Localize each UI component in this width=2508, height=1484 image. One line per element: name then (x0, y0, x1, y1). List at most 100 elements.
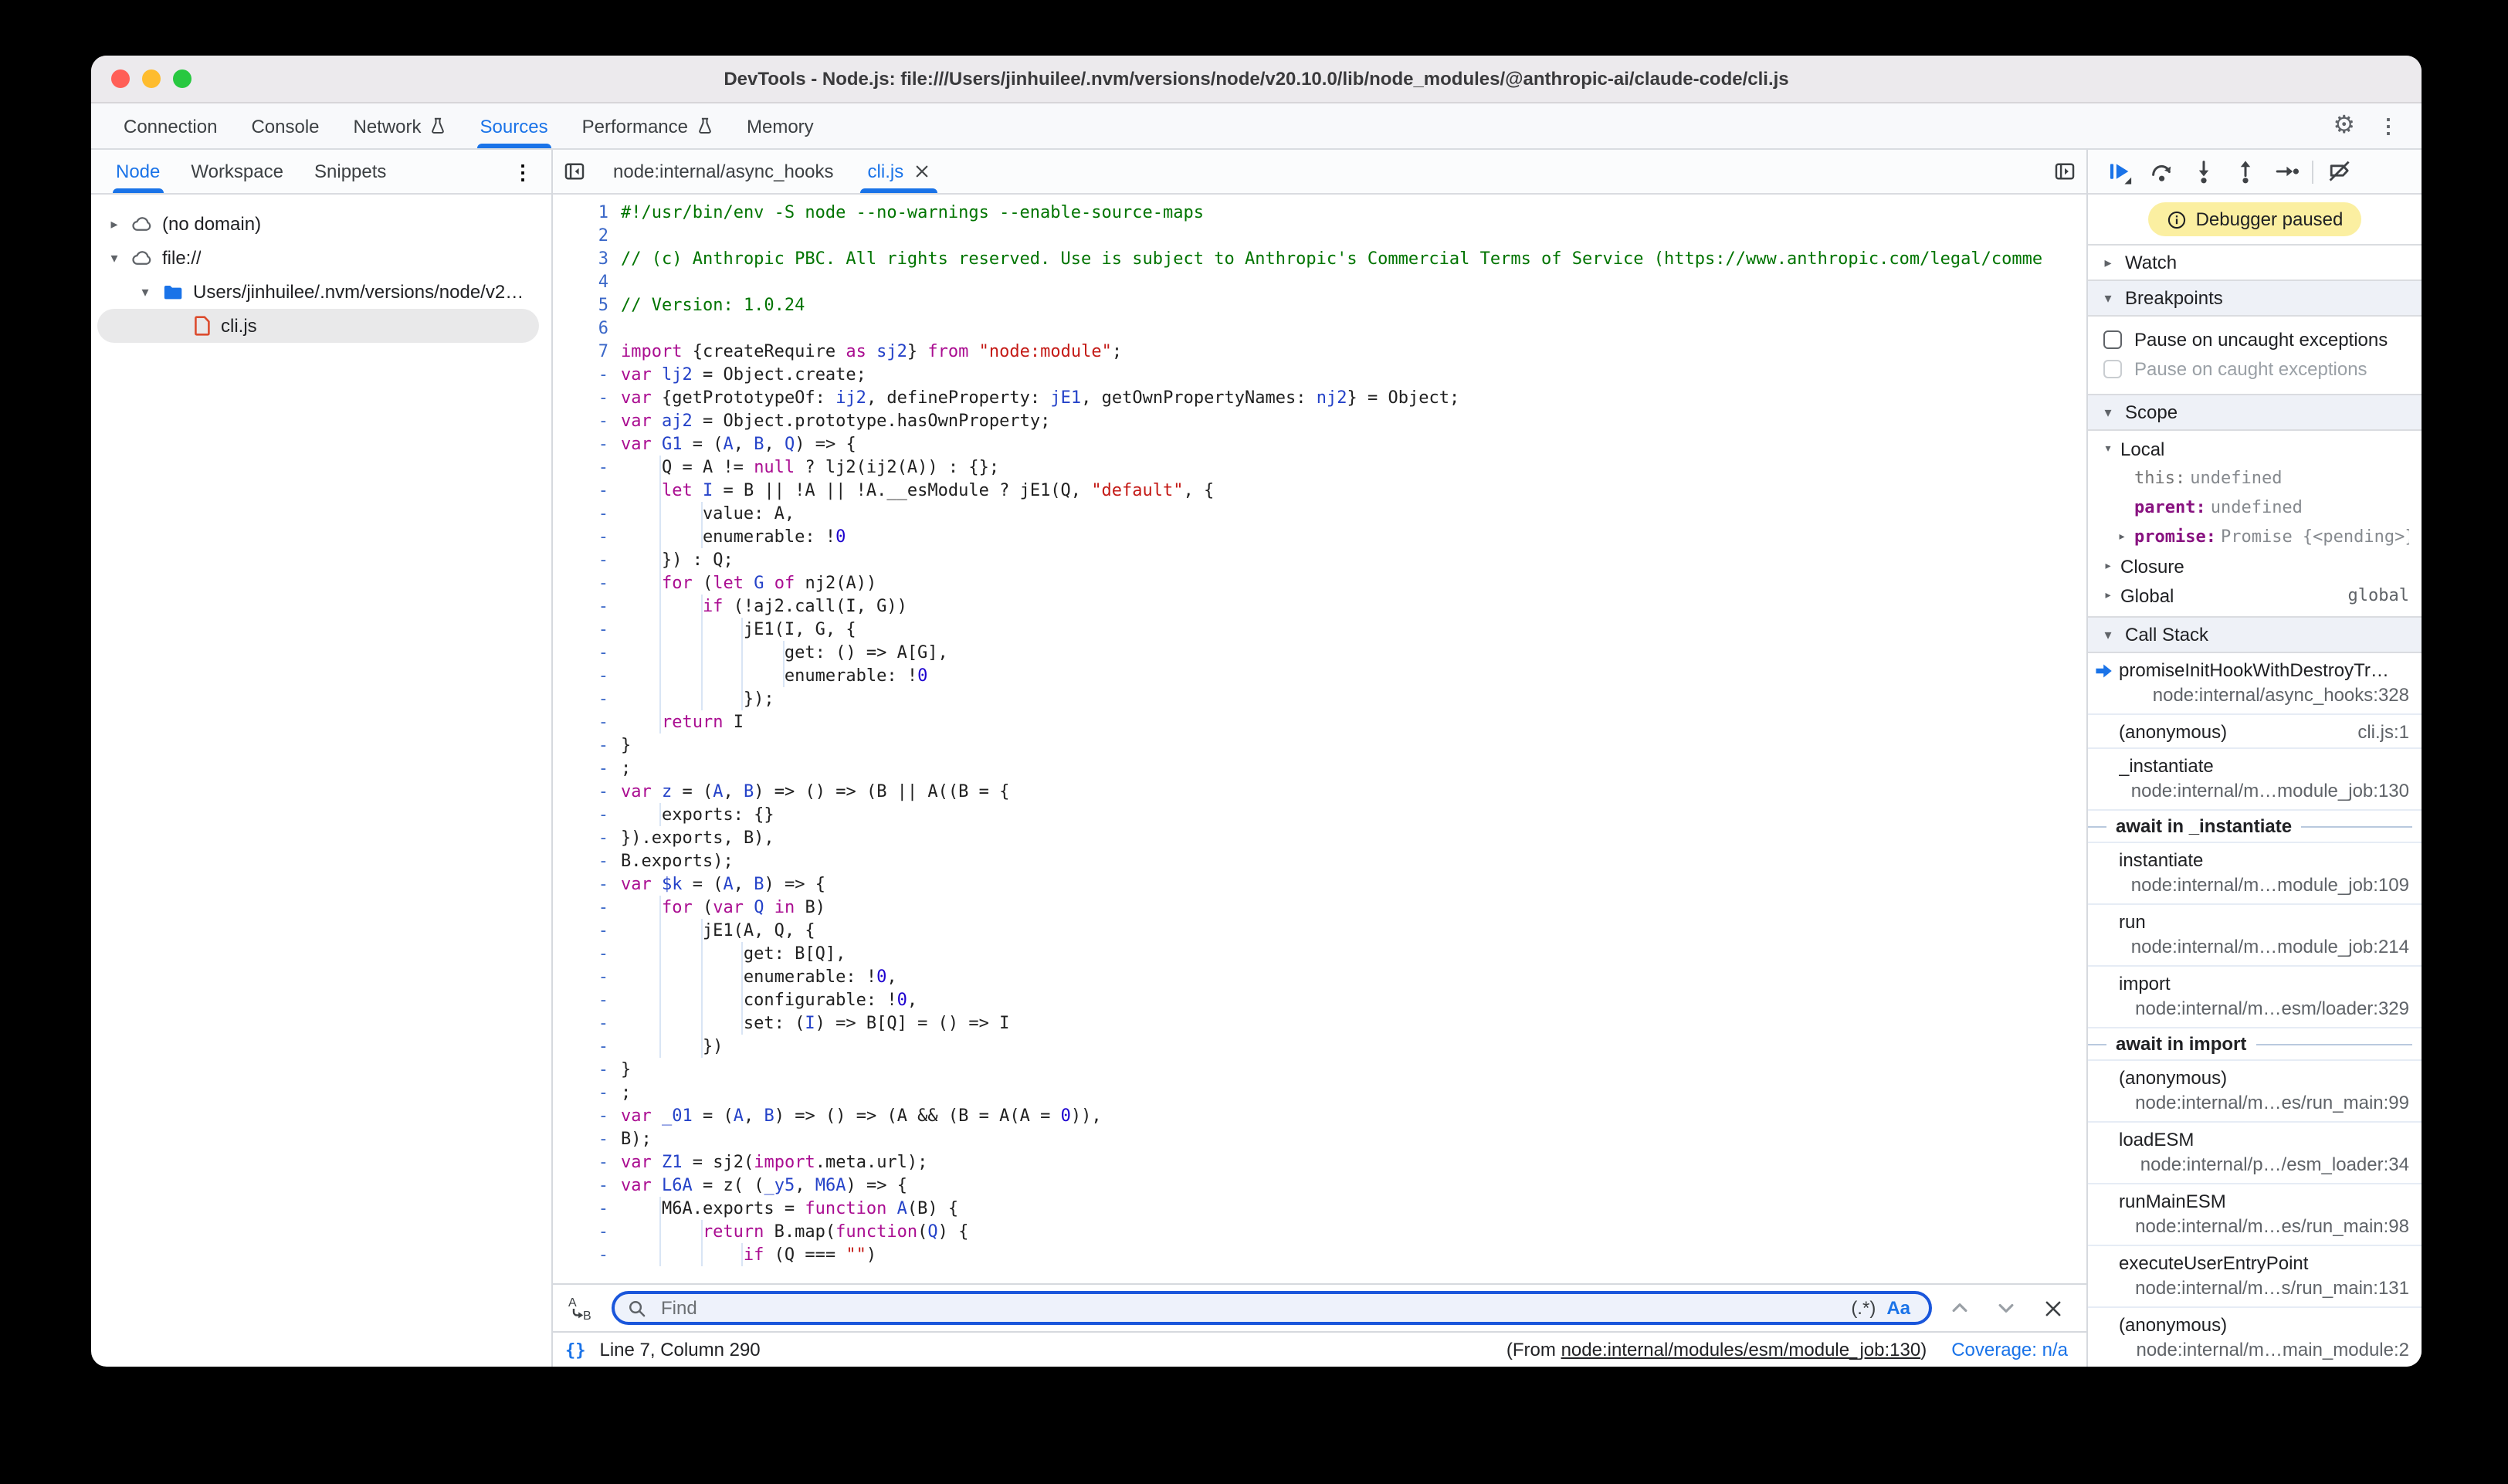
line-number-gutter[interactable]: - (553, 1104, 621, 1127)
navigator-tab-node[interactable]: Node (100, 150, 175, 193)
tree-item-file[interactable]: ▾file:// (97, 241, 539, 275)
checkbox-unchecked-icon[interactable] (2103, 359, 2122, 378)
line-number-gutter[interactable]: - (553, 826, 621, 849)
line-number-gutter[interactable]: - (553, 432, 621, 456)
deactivate-breakpoints-button[interactable] (2318, 153, 2360, 190)
line-number-gutter[interactable]: 2 (553, 224, 621, 247)
call-stack-frame-anonymous[interactable]: (anonymous)node:internal/m…es/run_main:9… (2088, 1061, 2422, 1123)
line-number-gutter[interactable]: - (553, 919, 621, 942)
find-next-icon[interactable] (1988, 1289, 2025, 1326)
call-stack-frame-anonymous[interactable]: (anonymous)cli.js:1 (2088, 715, 2422, 749)
breakpoint-option-pause-on-uncaught-exceptions[interactable]: Pause on uncaught exceptions (2088, 324, 2422, 354)
checkbox-unchecked-icon[interactable] (2103, 330, 2122, 348)
toggle-debugger-panel-icon[interactable] (2043, 150, 2086, 193)
line-number-gutter[interactable]: - (553, 456, 621, 479)
tree-item-cli-js[interactable]: cli.js (97, 309, 539, 343)
line-number-gutter[interactable]: - (553, 1011, 621, 1035)
editor-tab-cli-js[interactable]: cli.js (851, 150, 947, 193)
call-stack-frame-loadesm[interactable]: loadESMnode:internal/p…/esm_loader:34 (2088, 1123, 2422, 1184)
line-number-gutter[interactable]: - (553, 734, 621, 757)
scope-section-closure[interactable]: ▸Closure (2088, 551, 2422, 581)
line-number-gutter[interactable]: - (553, 409, 621, 432)
call-stack-frame-import[interactable]: importnode:internal/m…esm/loader:329 (2088, 967, 2422, 1028)
scope-variable-promise[interactable]: ▸promise: Promise {<pending>} (2088, 522, 2422, 551)
line-number-gutter[interactable]: - (553, 1058, 621, 1081)
line-number-gutter[interactable]: - (553, 1174, 621, 1197)
step-out-button[interactable] (2224, 153, 2266, 190)
line-number-gutter[interactable]: - (553, 965, 621, 988)
line-number-gutter[interactable]: - (553, 386, 621, 409)
fullscreen-window-button[interactable] (173, 69, 191, 88)
tree-item-no-domain[interactable]: ▸(no domain) (97, 207, 539, 241)
call-stack-frame-instantiate[interactable]: instantiatenode:internal/m…module_job:10… (2088, 843, 2422, 905)
minimize-window-button[interactable] (142, 69, 161, 88)
main-tab-connection[interactable]: Connection (107, 103, 234, 148)
coverage-link[interactable]: Coverage: n/a (1951, 1339, 2068, 1360)
call-stack-frame-promiseinithookwithdestroytr[interactable]: promiseInitHookWithDestroyTr…node:intern… (2088, 653, 2422, 715)
call-stack-frame-anonymous[interactable]: (anonymous)node:internal/m…main_module:2 (2088, 1308, 2422, 1367)
replace-toggle-icon[interactable]: AB (559, 1285, 602, 1331)
line-number-gutter[interactable]: - (553, 896, 621, 919)
call-stack-frame-run[interactable]: runnode:internal/m…module_job:214 (2088, 905, 2422, 967)
line-number-gutter[interactable]: - (553, 525, 621, 548)
find-input[interactable] (658, 1296, 1840, 1320)
main-tab-console[interactable]: Console (234, 103, 336, 148)
main-tab-memory[interactable]: Memory (730, 103, 831, 148)
line-number-gutter[interactable]: - (553, 757, 621, 780)
line-number-gutter[interactable]: - (553, 988, 621, 1011)
main-tab-performance[interactable]: Performance (565, 103, 730, 148)
line-number-gutter[interactable]: - (553, 641, 621, 664)
step-over-button[interactable] (2140, 153, 2182, 190)
navigator-tab-workspace[interactable]: Workspace (175, 150, 299, 193)
resume-button[interactable] (2099, 153, 2140, 190)
line-number-gutter[interactable]: - (553, 571, 621, 595)
pretty-print-icon[interactable]: {} (565, 1340, 586, 1360)
line-number-gutter[interactable]: - (553, 1035, 621, 1058)
line-number-gutter[interactable]: 7 (553, 340, 621, 363)
line-number-gutter[interactable]: - (553, 1127, 621, 1150)
line-number-gutter[interactable]: 5 (553, 293, 621, 317)
navigator-tab-snippets[interactable]: Snippets (299, 150, 402, 193)
line-number-gutter[interactable]: - (553, 849, 621, 872)
scope-section-local[interactable]: ▾Local (2088, 434, 2422, 463)
navigator-more-icon[interactable]: ⋮ (513, 161, 551, 181)
step-button[interactable] (2266, 153, 2307, 190)
line-number-gutter[interactable]: - (553, 618, 621, 641)
line-number-gutter[interactable]: - (553, 664, 621, 687)
close-window-button[interactable] (111, 69, 130, 88)
line-number-gutter[interactable]: - (553, 872, 621, 896)
watch-section-header[interactable]: ▸ Watch (2088, 244, 2422, 281)
breakpoints-section-header[interactable]: ▾ Breakpoints (2088, 281, 2422, 317)
line-number-gutter[interactable]: 1 (553, 201, 621, 224)
line-number-gutter[interactable]: 4 (553, 270, 621, 293)
scope-section-global[interactable]: ▸Globalglobal (2088, 581, 2422, 610)
editor-tab-node-internal-async-hooks[interactable]: node:internal/async_hooks (596, 150, 851, 193)
tree-item-users-jinhuilee-nvm-versions-node-v2[interactable]: ▾Users/jinhuilee/.nvm/versions/node/v2… (97, 275, 539, 309)
line-number-gutter[interactable]: - (553, 1081, 621, 1104)
line-number-gutter[interactable]: - (553, 363, 621, 386)
line-number-gutter[interactable]: - (553, 1243, 621, 1266)
breakpoint-option-pause-on-caught-exceptions[interactable]: Pause on caught exceptions (2088, 354, 2422, 383)
close-find-icon[interactable] (2034, 1289, 2071, 1326)
scope-variable-this[interactable]: this: undefined (2088, 463, 2422, 493)
regex-toggle[interactable]: (.*) (1851, 1297, 1876, 1319)
main-tab-network[interactable]: Network (337, 103, 463, 148)
line-number-gutter[interactable]: - (553, 780, 621, 803)
line-number-gutter[interactable]: - (553, 803, 621, 826)
find-previous-icon[interactable] (1941, 1289, 1978, 1326)
line-number-gutter[interactable]: - (553, 1220, 621, 1243)
line-number-gutter[interactable]: - (553, 479, 621, 502)
step-into-button[interactable] (2182, 153, 2224, 190)
line-number-gutter[interactable]: 3 (553, 247, 621, 270)
line-number-gutter[interactable]: - (553, 942, 621, 965)
source-origin-link[interactable]: node:internal/modules/esm/module_job:130 (1561, 1339, 1921, 1360)
line-number-gutter[interactable]: - (553, 595, 621, 618)
line-number-gutter[interactable]: - (553, 548, 621, 571)
line-number-gutter[interactable]: - (553, 502, 621, 525)
scope-variable-parent[interactable]: parent: undefined (2088, 493, 2422, 522)
settings-gear-icon[interactable]: ⚙ (2333, 114, 2355, 138)
scope-section-header[interactable]: ▾ Scope (2088, 394, 2422, 431)
close-tab-icon[interactable] (914, 164, 930, 179)
line-number-gutter[interactable]: - (553, 1150, 621, 1174)
call-stack-frame-instantiate[interactable]: _instantiatenode:internal/m…module_job:1… (2088, 749, 2422, 811)
